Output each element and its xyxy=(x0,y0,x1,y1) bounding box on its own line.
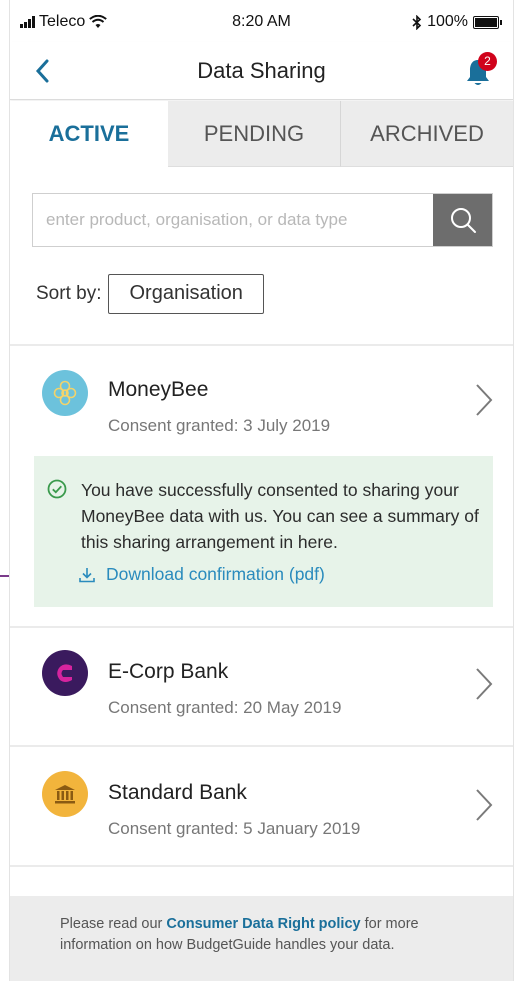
list-item-ecorp-bank[interactable]: E-Corp Bank Consent granted: 20 May 2019 xyxy=(10,628,513,746)
standard-bank-logo xyxy=(42,771,88,817)
item-consent-date: Consent granted: 20 May 2019 xyxy=(108,698,342,717)
sort-control: Sort by: Organisation xyxy=(36,274,264,314)
policy-footer: Please read our Consumer Data Right poli… xyxy=(10,896,513,981)
search-bar xyxy=(32,193,493,247)
bluetooth-icon xyxy=(412,14,422,30)
divider xyxy=(10,865,513,867)
list-item-standard-bank[interactable]: Standard Bank Consent granted: 5 January… xyxy=(10,747,513,865)
sort-label: Sort by: xyxy=(36,283,102,304)
honeycomb-icon xyxy=(53,380,77,406)
chevron-right-icon xyxy=(476,789,493,821)
search-icon xyxy=(450,208,476,233)
search-input[interactable] xyxy=(33,194,433,246)
battery-percent: 100% xyxy=(427,13,468,30)
item-name: MoneyBee xyxy=(108,378,209,401)
status-bar: Teleco 8:20 AM 100% xyxy=(10,0,513,42)
bank-building-icon xyxy=(55,785,75,804)
chevron-right-icon xyxy=(476,668,493,700)
chevron-right-icon xyxy=(476,384,493,416)
download-icon xyxy=(79,567,95,582)
nav-bar: Data Sharing 2 xyxy=(10,42,513,100)
consumer-data-right-policy-link[interactable]: Consumer Data Right policy xyxy=(166,916,360,932)
search-button[interactable] xyxy=(433,194,492,246)
success-message: You have successfully consented to shari… xyxy=(34,456,493,607)
item-name: Standard Bank xyxy=(108,781,247,804)
tab-archived[interactable]: ARCHIVED xyxy=(340,101,513,167)
download-link-label: Download confirmation (pdf) xyxy=(106,564,325,584)
tab-bar: ACTIVE PENDING ARCHIVED xyxy=(10,101,513,167)
check-circle-icon xyxy=(47,479,67,499)
item-consent-date: Consent granted: 5 January 2019 xyxy=(108,819,361,838)
moneybee-logo xyxy=(42,370,88,416)
notifications-button[interactable]: 2 xyxy=(463,52,499,90)
ecorp-bank-logo xyxy=(42,650,88,696)
list-item-moneybee[interactable]: MoneyBee Consent granted: 3 July 2019 xyxy=(10,346,513,446)
page-title: Data Sharing xyxy=(197,58,326,83)
battery-icon xyxy=(473,15,502,29)
tab-active[interactable]: ACTIVE xyxy=(10,101,168,167)
footer-prefix: Please read our xyxy=(60,916,167,932)
download-confirmation-link[interactable]: Download confirmation (pdf) xyxy=(78,564,325,585)
ecorp-e-icon xyxy=(57,664,72,682)
item-name: E-Corp Bank xyxy=(108,660,229,683)
phone-screen: Teleco 8:20 AM 100% Data Sharing 2 ACTIV… xyxy=(9,0,514,981)
tab-pending[interactable]: PENDING xyxy=(168,101,340,167)
notification-badge: 2 xyxy=(478,52,497,71)
sort-dropdown[interactable]: Organisation xyxy=(108,274,264,314)
item-consent-date: Consent granted: 3 July 2019 xyxy=(108,416,331,435)
success-text: You have successfully consented to shari… xyxy=(81,480,479,552)
